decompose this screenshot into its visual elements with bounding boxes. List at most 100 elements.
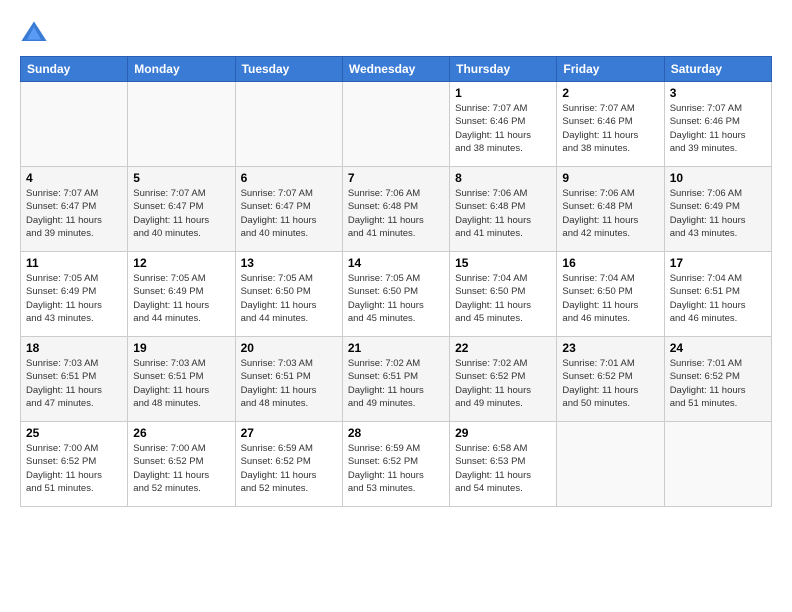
calendar-cell: 1 Sunrise: 7:07 AM Sunset: 6:46 PM Daylig… <box>450 82 557 167</box>
calendar-body: 1 Sunrise: 7:07 AM Sunset: 6:46 PM Daylig… <box>21 82 772 507</box>
day-info: Sunrise: 7:01 AM Sunset: 6:52 PM Dayligh… <box>562 357 658 410</box>
calendar-cell: 27Sunrise: 6:59 AM Sunset: 6:52 PM Dayli… <box>235 422 342 507</box>
day-info: Sunrise: 7:02 AM Sunset: 6:51 PM Dayligh… <box>348 357 444 410</box>
column-header-tuesday: Tuesday <box>235 57 342 82</box>
calendar-week-1: 1 Sunrise: 7:07 AM Sunset: 6:46 PM Daylig… <box>21 82 772 167</box>
logo <box>20 20 52 48</box>
day-number: 19 <box>133 341 229 355</box>
calendar-cell <box>235 82 342 167</box>
day-info: Sunrise: 7:06 AM Sunset: 6:48 PM Dayligh… <box>455 187 551 240</box>
calendar-week-2: 4Sunrise: 7:07 AM Sunset: 6:47 PM Daylig… <box>21 167 772 252</box>
column-header-saturday: Saturday <box>664 57 771 82</box>
calendar-cell: 9 Sunrise: 7:06 AM Sunset: 6:48 PM Daylig… <box>557 167 664 252</box>
day-info: Sunrise: 7:05 AM Sunset: 6:50 PM Dayligh… <box>241 272 337 325</box>
day-number: 26 <box>133 426 229 440</box>
day-info: Sunrise: 7:03 AM Sunset: 6:51 PM Dayligh… <box>133 357 229 410</box>
day-info: Sunrise: 7:00 AM Sunset: 6:52 PM Dayligh… <box>133 442 229 495</box>
day-number: 16 <box>562 256 658 270</box>
day-number: 7 <box>348 171 444 185</box>
day-number: 2 <box>562 86 658 100</box>
calendar-cell <box>664 422 771 507</box>
calendar-week-3: 11 Sunrise: 7:05 AM Sunset: 6:49 PM Dayli… <box>21 252 772 337</box>
day-number: 17 <box>670 256 766 270</box>
day-info: Sunrise: 7:01 AM Sunset: 6:52 PM Dayligh… <box>670 357 766 410</box>
day-number: 15 <box>455 256 551 270</box>
day-number: 1 <box>455 86 551 100</box>
page-header <box>20 20 772 48</box>
calendar-table: SundayMondayTuesdayWednesdayThursdayFrid… <box>20 56 772 507</box>
day-info: Sunrise: 7:00 AM Sunset: 6:52 PM Dayligh… <box>26 442 122 495</box>
calendar-cell: 16 Sunrise: 7:04 AM Sunset: 6:50 PM Dayli… <box>557 252 664 337</box>
column-header-thursday: Thursday <box>450 57 557 82</box>
calendar-cell: 12 Sunrise: 7:05 AM Sunset: 6:49 PM Dayli… <box>128 252 235 337</box>
day-info: Sunrise: 7:07 AM Sunset: 6:47 PM Dayligh… <box>241 187 337 240</box>
day-number: 18 <box>26 341 122 355</box>
calendar-cell: 8Sunrise: 7:06 AM Sunset: 6:48 PM Daylig… <box>450 167 557 252</box>
day-number: 24 <box>670 341 766 355</box>
day-info: Sunrise: 7:07 AM Sunset: 6:46 PM Dayligh… <box>562 102 658 155</box>
day-number: 22 <box>455 341 551 355</box>
calendar-cell: 25 Sunrise: 7:00 AM Sunset: 6:52 PM Dayli… <box>21 422 128 507</box>
day-info: Sunrise: 7:07 AM Sunset: 6:47 PM Dayligh… <box>133 187 229 240</box>
day-info: Sunrise: 7:06 AM Sunset: 6:49 PM Dayligh… <box>670 187 766 240</box>
day-info: Sunrise: 6:58 AM Sunset: 6:53 PM Dayligh… <box>455 442 551 495</box>
day-info: Sunrise: 7:02 AM Sunset: 6:52 PM Dayligh… <box>455 357 551 410</box>
day-number: 27 <box>241 426 337 440</box>
calendar-cell: 19 Sunrise: 7:03 AM Sunset: 6:51 PM Dayli… <box>128 337 235 422</box>
calendar-cell: 26 Sunrise: 7:00 AM Sunset: 6:52 PM Dayli… <box>128 422 235 507</box>
day-info: Sunrise: 7:04 AM Sunset: 6:50 PM Dayligh… <box>455 272 551 325</box>
day-number: 21 <box>348 341 444 355</box>
calendar-cell: 18 Sunrise: 7:03 AM Sunset: 6:51 PM Dayli… <box>21 337 128 422</box>
day-info: Sunrise: 7:05 AM Sunset: 6:49 PM Dayligh… <box>133 272 229 325</box>
day-number: 29 <box>455 426 551 440</box>
day-info: Sunrise: 6:59 AM Sunset: 6:52 PM Dayligh… <box>348 442 444 495</box>
day-number: 5 <box>133 171 229 185</box>
day-number: 14 <box>348 256 444 270</box>
day-number: 23 <box>562 341 658 355</box>
day-info: Sunrise: 7:07 AM Sunset: 6:47 PM Dayligh… <box>26 187 122 240</box>
column-header-monday: Monday <box>128 57 235 82</box>
calendar-cell: 4Sunrise: 7:07 AM Sunset: 6:47 PM Daylig… <box>21 167 128 252</box>
calendar-cell: 11Sunrise: 7:05 AM Sunset: 6:49 PM Dayli… <box>21 252 128 337</box>
calendar-cell: 13Sunrise: 7:05 AM Sunset: 6:50 PM Dayli… <box>235 252 342 337</box>
calendar-cell: 6 Sunrise: 7:07 AM Sunset: 6:47 PM Daylig… <box>235 167 342 252</box>
calendar-week-5: 25 Sunrise: 7:00 AM Sunset: 6:52 PM Dayli… <box>21 422 772 507</box>
day-info: Sunrise: 7:07 AM Sunset: 6:46 PM Dayligh… <box>670 102 766 155</box>
day-info: Sunrise: 7:04 AM Sunset: 6:50 PM Dayligh… <box>562 272 658 325</box>
day-number: 10 <box>670 171 766 185</box>
calendar-cell: 10 Sunrise: 7:06 AM Sunset: 6:49 PM Dayli… <box>664 167 771 252</box>
calendar-cell: 2 Sunrise: 7:07 AM Sunset: 6:46 PM Daylig… <box>557 82 664 167</box>
calendar-cell <box>342 82 449 167</box>
day-info: Sunrise: 7:03 AM Sunset: 6:51 PM Dayligh… <box>26 357 122 410</box>
day-info: Sunrise: 7:07 AM Sunset: 6:46 PM Dayligh… <box>455 102 551 155</box>
calendar-header: SundayMondayTuesdayWednesdayThursdayFrid… <box>21 57 772 82</box>
calendar-cell: 20Sunrise: 7:03 AM Sunset: 6:51 PM Dayli… <box>235 337 342 422</box>
calendar-cell: 29 Sunrise: 6:58 AM Sunset: 6:53 PM Dayli… <box>450 422 557 507</box>
calendar-cell <box>557 422 664 507</box>
day-number: 9 <box>562 171 658 185</box>
day-number: 12 <box>133 256 229 270</box>
day-info: Sunrise: 7:04 AM Sunset: 6:51 PM Dayligh… <box>670 272 766 325</box>
calendar-cell: 7 Sunrise: 7:06 AM Sunset: 6:48 PM Daylig… <box>342 167 449 252</box>
calendar-cell <box>128 82 235 167</box>
day-number: 6 <box>241 171 337 185</box>
column-header-friday: Friday <box>557 57 664 82</box>
day-info: Sunrise: 7:06 AM Sunset: 6:48 PM Dayligh… <box>562 187 658 240</box>
calendar-cell: 15 Sunrise: 7:04 AM Sunset: 6:50 PM Dayli… <box>450 252 557 337</box>
calendar-cell: 14Sunrise: 7:05 AM Sunset: 6:50 PM Dayli… <box>342 252 449 337</box>
calendar-cell: 23 Sunrise: 7:01 AM Sunset: 6:52 PM Dayli… <box>557 337 664 422</box>
day-number: 25 <box>26 426 122 440</box>
calendar-cell: 28Sunrise: 6:59 AM Sunset: 6:52 PM Dayli… <box>342 422 449 507</box>
calendar-cell: 17 Sunrise: 7:04 AM Sunset: 6:51 PM Dayli… <box>664 252 771 337</box>
calendar-cell: 3 Sunrise: 7:07 AM Sunset: 6:46 PM Daylig… <box>664 82 771 167</box>
day-number: 11 <box>26 256 122 270</box>
calendar-week-4: 18 Sunrise: 7:03 AM Sunset: 6:51 PM Dayli… <box>21 337 772 422</box>
column-header-wednesday: Wednesday <box>342 57 449 82</box>
calendar-cell: 24 Sunrise: 7:01 AM Sunset: 6:52 PM Dayli… <box>664 337 771 422</box>
header-row: SundayMondayTuesdayWednesdayThursdayFrid… <box>21 57 772 82</box>
day-number: 3 <box>670 86 766 100</box>
calendar-cell: 22 Sunrise: 7:02 AM Sunset: 6:52 PM Dayli… <box>450 337 557 422</box>
day-info: Sunrise: 7:06 AM Sunset: 6:48 PM Dayligh… <box>348 187 444 240</box>
day-number: 20 <box>241 341 337 355</box>
logo-icon <box>20 20 48 48</box>
